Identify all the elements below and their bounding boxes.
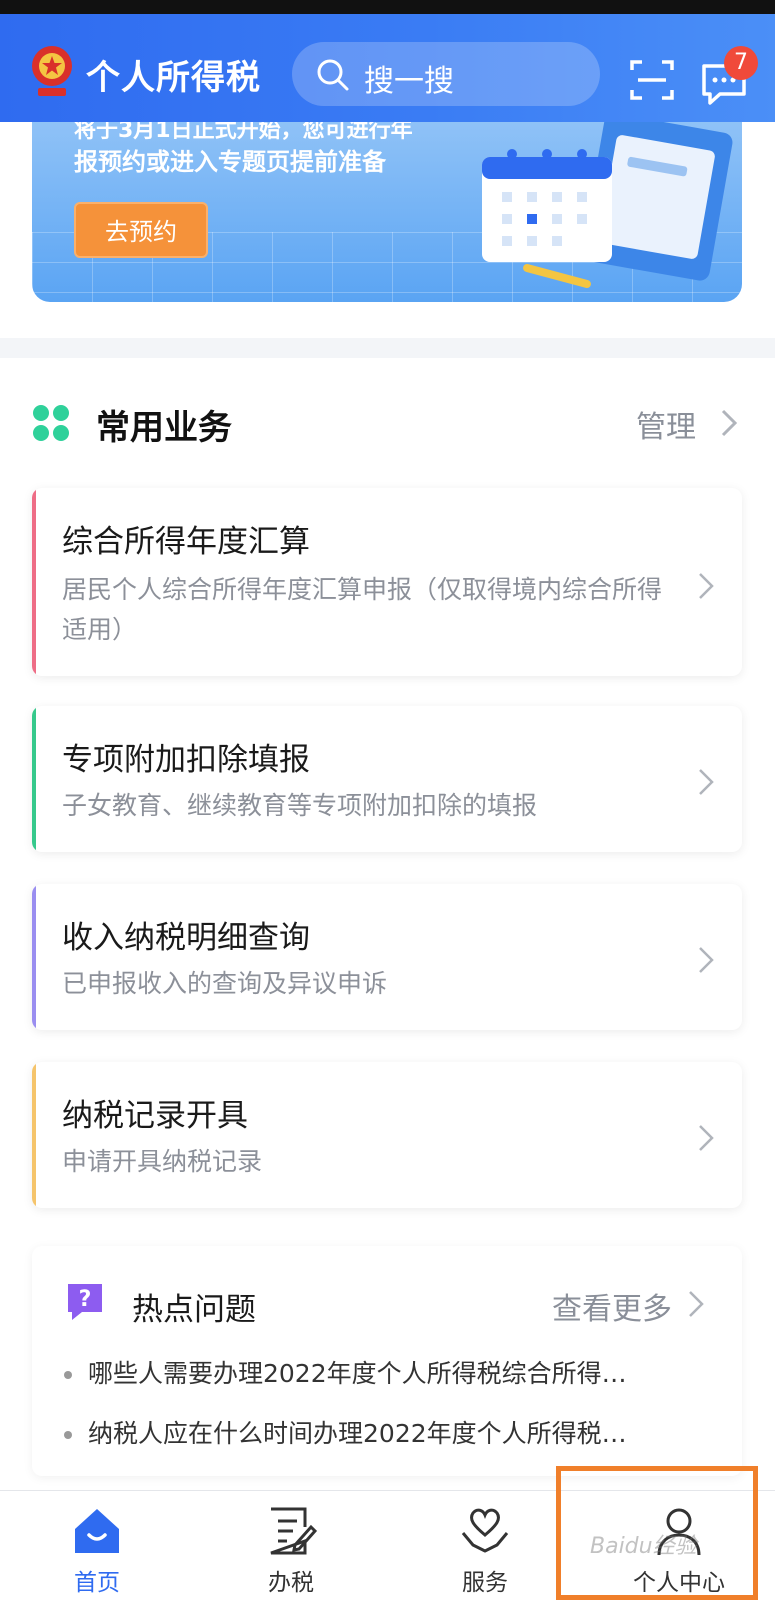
card-title: 纳税记录开具 xyxy=(62,1098,248,1134)
service-card-tax-record[interactable]: 纳税记录开具 申请开具纳税记录 xyxy=(32,1062,742,1208)
hot-question-text: 纳税人应在什么时间办理2022年度个人所得税… xyxy=(88,1419,627,1448)
card-title: 综合所得年度汇算 xyxy=(62,524,310,560)
manage-link[interactable]: 管理 xyxy=(636,402,696,446)
chevron-right-icon xyxy=(699,947,714,973)
app-header: 个人所得税 搜一搜 7 xyxy=(0,14,775,122)
card-description: 子女教育、继续教育等专项附加扣除的填报 xyxy=(62,791,538,820)
tab-home[interactable]: 首页 xyxy=(0,1491,194,1600)
search-bar[interactable]: 搜一搜 xyxy=(292,42,600,106)
scan-icon[interactable] xyxy=(628,56,676,104)
tab-tax[interactable]: 办税 xyxy=(194,1491,388,1600)
card-title: 收入纳税明细查询 xyxy=(62,920,310,956)
view-more-link[interactable]: 查看更多 xyxy=(552,1284,672,1328)
chevron-right-icon[interactable] xyxy=(686,1288,706,1320)
watermark: Baidu经验 xyxy=(590,1534,697,1559)
search-placeholder: 搜一搜 xyxy=(364,64,454,99)
tax-emblem-logo xyxy=(32,46,72,96)
heart-hand-icon xyxy=(461,1508,509,1553)
hot-question-item[interactable]: 哪些人需要办理2022年度个人所得税综合所得… xyxy=(64,1354,724,1390)
calendar-illustration xyxy=(482,122,733,289)
hot-question-item[interactable]: 纳税人应在什么时间办理2022年度个人所得税… xyxy=(64,1414,724,1450)
promo-banner[interactable]: 将于3月1日正式开始，您可进行年 报预约或进入专题页提前准备 去预约 xyxy=(32,122,742,302)
hot-questions-panel: ? 热点问题 查看更多 哪些人需要办理2022年度个人所得税综合所得… 纳税人应… xyxy=(32,1246,742,1476)
tab-label: 办税 xyxy=(268,1570,314,1596)
bullet-dot xyxy=(64,1431,72,1439)
banner-text-line2: 报预约或进入专题页提前准备 xyxy=(74,148,386,176)
card-accent xyxy=(32,706,36,852)
tab-label: 服务 xyxy=(462,1570,508,1596)
home-icon xyxy=(75,1509,119,1553)
chevron-right-icon xyxy=(699,769,714,795)
card-accent xyxy=(32,1062,36,1208)
service-card-special-deduction[interactable]: 专项附加扣除填报 子女教育、继续教育等专项附加扣除的填报 xyxy=(32,706,742,852)
service-card-annual-settlement[interactable]: 综合所得年度汇算 居民个人综合所得年度汇算申报（仅取得境内综合所得适用） xyxy=(32,488,742,676)
question-bubble-icon: ? xyxy=(68,1284,102,1320)
section-divider xyxy=(0,338,775,358)
app-title: 个人所得税 xyxy=(86,58,261,98)
tab-label: 首页 xyxy=(74,1570,120,1596)
apps-grid-icon xyxy=(33,405,69,441)
chevron-right-icon xyxy=(699,573,714,599)
banner-text-line1: 将于3月1日正式开始，您可进行年 xyxy=(74,122,413,143)
card-description: 已申报收入的查询及异议申诉 xyxy=(62,969,388,998)
tab-services[interactable]: 服务 xyxy=(388,1491,582,1600)
search-icon xyxy=(317,59,349,91)
common-business-title: 常用业务 xyxy=(96,408,232,448)
chevron-right-icon xyxy=(699,1125,714,1151)
chevron-right-icon[interactable] xyxy=(718,406,740,440)
card-title: 专项附加扣除填报 xyxy=(62,742,310,778)
hot-question-text: 哪些人需要办理2022年度个人所得税综合所得… xyxy=(88,1359,627,1388)
card-accent xyxy=(32,488,36,676)
message-badge: 7 xyxy=(724,46,758,80)
reserve-button[interactable]: 去预约 xyxy=(74,202,208,258)
status-bar xyxy=(0,0,775,14)
bullet-dot xyxy=(64,1371,72,1379)
hot-questions-title: 热点问题 xyxy=(132,1292,256,1328)
card-description: 居民个人综合所得年度汇算申报（仅取得境内综合所得适用） xyxy=(62,575,663,644)
card-accent xyxy=(32,884,36,1030)
card-description: 申请开具纳税记录 xyxy=(62,1147,263,1176)
edit-doc-icon xyxy=(270,1507,317,1555)
svg-text:?: ? xyxy=(79,1287,92,1312)
service-card-income-query[interactable]: 收入纳税明细查询 已申报收入的查询及异议申诉 xyxy=(32,884,742,1030)
